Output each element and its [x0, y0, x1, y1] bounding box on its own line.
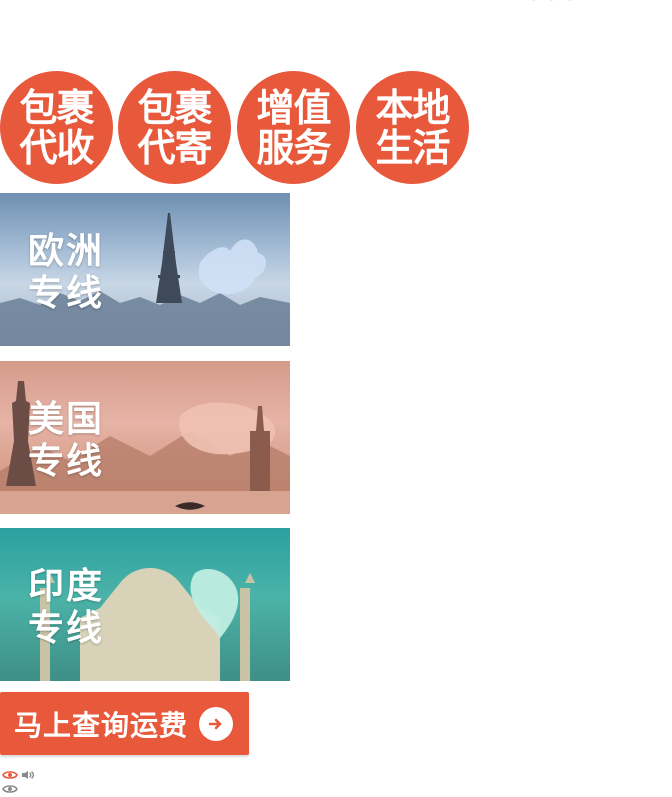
- service-label: 本地 生活: [375, 85, 450, 170]
- banner-title: 印度 专线: [28, 566, 105, 649]
- banner-usa-line[interactable]: 美国 专线: [0, 361, 290, 514]
- arrow-right-icon: [199, 707, 233, 741]
- speaker-icon[interactable]: [20, 769, 36, 781]
- service-label: 包裹 代寄: [137, 85, 212, 170]
- service-label: 包裹 代收: [19, 85, 94, 170]
- service-parcel-send[interactable]: 包裹 代寄: [118, 71, 231, 184]
- service-parcel-receive[interactable]: 包裹 代收: [0, 71, 113, 184]
- service-value-added[interactable]: 增值 服务: [237, 71, 350, 184]
- service-label: 增值 服务: [256, 85, 331, 170]
- eye-icon[interactable]: [2, 783, 18, 795]
- banner-india-line[interactable]: 印度 专线: [0, 528, 290, 681]
- banner-europe-line[interactable]: 欧洲 专线: [0, 193, 290, 346]
- banner-title: 美国 专线: [28, 399, 105, 482]
- top-cropped-text: · · ·: [530, 0, 575, 13]
- service-local-life[interactable]: 本地 生活: [356, 71, 469, 184]
- cta-label: 马上查询运费: [14, 708, 189, 742]
- eye-icon[interactable]: [2, 769, 18, 781]
- check-shipping-cost-button[interactable]: 马上查询运费: [0, 692, 249, 755]
- banner-title: 欧洲 专线: [28, 231, 105, 314]
